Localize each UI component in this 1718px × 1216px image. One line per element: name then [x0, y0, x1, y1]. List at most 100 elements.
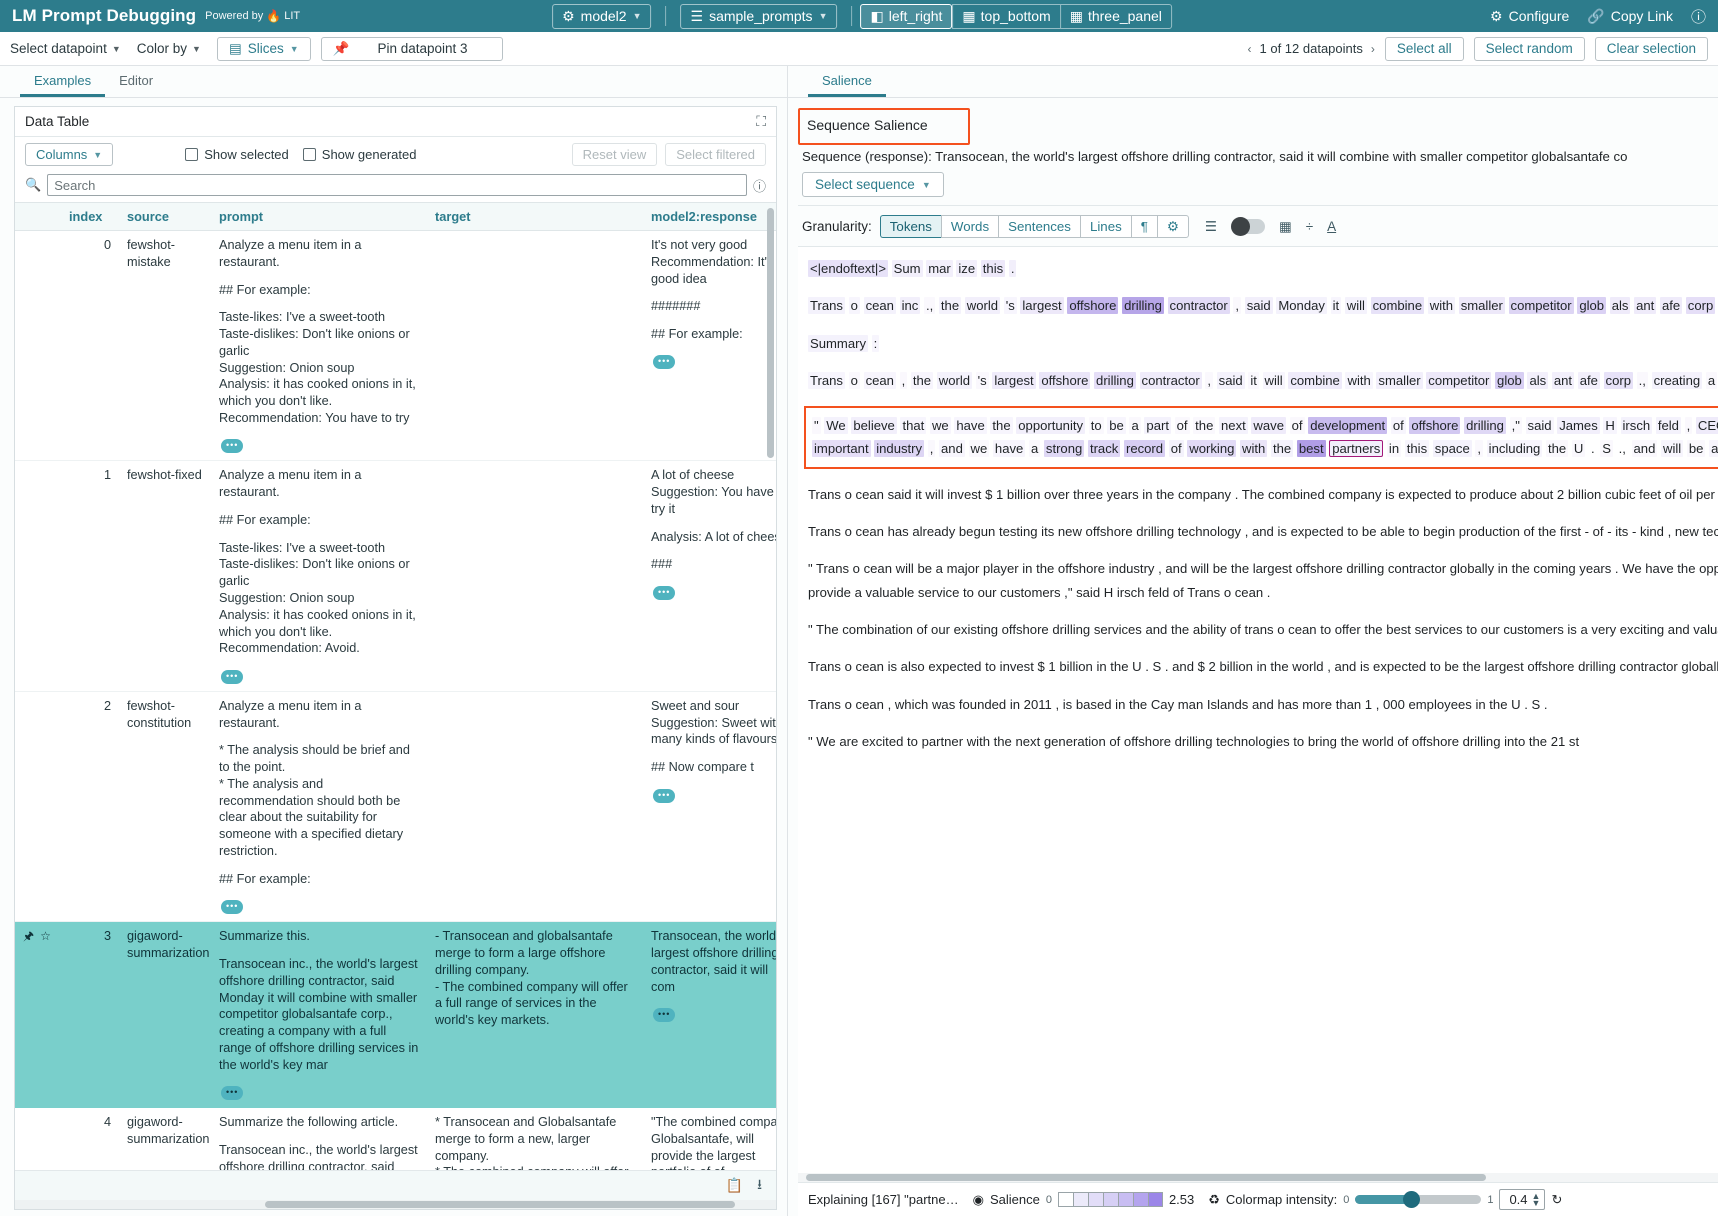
granularity-sentences[interactable]: Sentences	[998, 215, 1080, 238]
salience-paragraph[interactable]: <|endoftext|> Sum mar ize this .	[808, 257, 1718, 280]
salience-token[interactable]: .	[1009, 260, 1017, 277]
pin-datapoint-button[interactable]: 📌 Pin datapoint 3	[321, 37, 503, 61]
salience-token[interactable]: inc	[900, 297, 921, 314]
tab-editor[interactable]: Editor	[105, 73, 167, 97]
layout-button-left-right[interactable]: ◧ left_right	[860, 4, 952, 29]
salience-token[interactable]: feld	[1656, 417, 1681, 434]
salience-token[interactable]: opportunity	[1016, 417, 1085, 434]
header-pin[interactable]	[15, 203, 61, 231]
grid-view-icon[interactable]: ▦	[1279, 219, 1292, 235]
salience-token[interactable]: afe	[1660, 297, 1682, 314]
salience-token[interactable]: ,	[1685, 417, 1693, 434]
salience-token[interactable]: track	[1088, 440, 1120, 457]
color-by-dropdown[interactable]: Color by ▼	[137, 41, 201, 56]
pilcrow-icon[interactable]: ¶	[1131, 215, 1157, 238]
salience-token[interactable]: corp	[1604, 372, 1633, 389]
salience-token[interactable]: record	[1124, 440, 1165, 457]
salience-token[interactable]: we	[969, 440, 990, 457]
salience-token[interactable]: of	[1391, 417, 1406, 434]
salience-token[interactable]: offshore	[1409, 417, 1460, 434]
salience-token[interactable]: "	[812, 417, 821, 434]
cell-pin[interactable]	[15, 691, 61, 921]
salience-token[interactable]: industry	[874, 440, 924, 457]
salience-token[interactable]: next	[1219, 417, 1248, 434]
salience-token[interactable]: ,	[1233, 297, 1241, 314]
table-row[interactable]: 2fewshot-constitutionAnalyze a menu item…	[15, 691, 776, 921]
salience-token[interactable]: working	[1187, 440, 1236, 457]
slices-button[interactable]: ▤ Slices ▼	[217, 37, 311, 61]
expand-ellipsis[interactable]: •••	[653, 1008, 675, 1022]
slider-knob[interactable]	[1403, 1191, 1420, 1208]
salience-token[interactable]: Summary	[808, 335, 868, 352]
salience-token[interactable]: drilling	[1122, 297, 1164, 314]
search-input[interactable]	[47, 174, 747, 196]
salience-paragraph[interactable]: Trans o cean inc ., the world 's largest…	[808, 294, 1718, 317]
salience-token[interactable]: and	[1632, 440, 1658, 457]
salience-token[interactable]: including	[1487, 440, 1543, 457]
header-response[interactable]: model2:response	[643, 203, 776, 231]
salience-token[interactable]: U	[1572, 440, 1585, 457]
salience-token[interactable]: this	[981, 260, 1005, 277]
salience-token[interactable]: ,"	[1510, 417, 1522, 434]
salience-token[interactable]: with	[1428, 297, 1455, 314]
salience-token[interactable]: ,	[928, 440, 936, 457]
select-sequence-button[interactable]: Select sequence ▼	[802, 172, 944, 197]
expand-ellipsis[interactable]: •••	[653, 789, 675, 803]
salience-token[interactable]: o	[849, 297, 860, 314]
salience-token[interactable]: 's	[1004, 297, 1017, 314]
dataset-selector-chip[interactable]: ☰ sample_prompts ▼	[681, 4, 838, 29]
salience-token[interactable]: ize	[956, 260, 977, 277]
salience-paragraph[interactable]: Summary :	[808, 332, 1718, 355]
line-spacing-icon[interactable]: ÷	[1306, 219, 1313, 234]
salience-token[interactable]: creating	[1652, 372, 1703, 389]
salience-token[interactable]: it	[1248, 372, 1259, 389]
salience-token[interactable]: largest	[1020, 297, 1063, 314]
salience-token[interactable]: the	[939, 297, 961, 314]
salience-token[interactable]: with	[1345, 372, 1372, 389]
salience-horizontal-scrollbar[interactable]	[798, 1173, 1718, 1182]
cell-pin[interactable]: 🖈☆	[15, 922, 61, 1108]
table-row[interactable]: 1fewshot-fixedAnalyze a menu item in a r…	[15, 461, 776, 691]
salience-token[interactable]: combine	[1288, 372, 1342, 389]
reset-circular-icon[interactable]: ↻	[1551, 1192, 1562, 1208]
salience-token[interactable]: said	[1526, 417, 1554, 434]
star-icon[interactable]: ☆	[40, 929, 51, 943]
salience-token[interactable]: a	[1129, 417, 1140, 434]
salience-paragraph[interactable]: Trans o cean , which was founded in 2011…	[808, 693, 1718, 716]
salience-token[interactable]: in	[1387, 440, 1401, 457]
next-datapoint-icon[interactable]: ›	[1371, 42, 1375, 56]
gear-small-icon[interactable]: ⚙	[1157, 215, 1189, 238]
cell-pin[interactable]	[15, 461, 61, 691]
expand-ellipsis[interactable]: •••	[221, 900, 243, 914]
granularity-lines[interactable]: Lines	[1080, 215, 1131, 238]
tab-examples[interactable]: Examples	[20, 73, 105, 97]
show-selected-checkbox[interactable]: Show selected	[185, 147, 289, 162]
salience-token[interactable]: cean	[864, 297, 896, 314]
salience-token[interactable]: ,	[900, 372, 908, 389]
salience-token[interactable]: afe	[1578, 372, 1600, 389]
salience-paragraph[interactable]: " Trans o cean will be a major player in…	[808, 557, 1718, 604]
salience-token[interactable]: able	[1709, 440, 1718, 457]
salience-paragraph[interactable]: " We are excited to partner with the nex…	[808, 730, 1718, 753]
salience-paragraph[interactable]: Trans o cean , the world 's largest offs…	[808, 369, 1718, 392]
salience-token[interactable]: S	[1600, 440, 1613, 457]
salience-token[interactable]: strong	[1044, 440, 1084, 457]
salience-token[interactable]: Trans	[808, 297, 845, 314]
salience-token[interactable]: of	[1290, 417, 1305, 434]
salience-token[interactable]: the	[1271, 440, 1293, 457]
header-target[interactable]: target	[427, 203, 643, 231]
salience-token[interactable]: drilling	[1464, 417, 1506, 434]
salience-token[interactable]: Sum	[892, 260, 923, 277]
salience-token[interactable]: offshore	[1067, 297, 1118, 314]
salience-token[interactable]: be	[1107, 417, 1126, 434]
header-source[interactable]: source	[119, 203, 211, 231]
salience-token[interactable]: partners	[1329, 440, 1383, 457]
salience-token[interactable]: corp	[1686, 297, 1715, 314]
search-help-icon[interactable]: ⓘ	[753, 176, 766, 195]
data-table-vertical-scrollbar[interactable]	[767, 208, 774, 458]
salience-token[interactable]: .,	[1617, 440, 1628, 457]
header-index[interactable]: index	[61, 203, 119, 231]
salience-token[interactable]: this	[1405, 440, 1429, 457]
salience-token[interactable]: a	[1029, 440, 1040, 457]
salience-token[interactable]: of	[1175, 417, 1190, 434]
